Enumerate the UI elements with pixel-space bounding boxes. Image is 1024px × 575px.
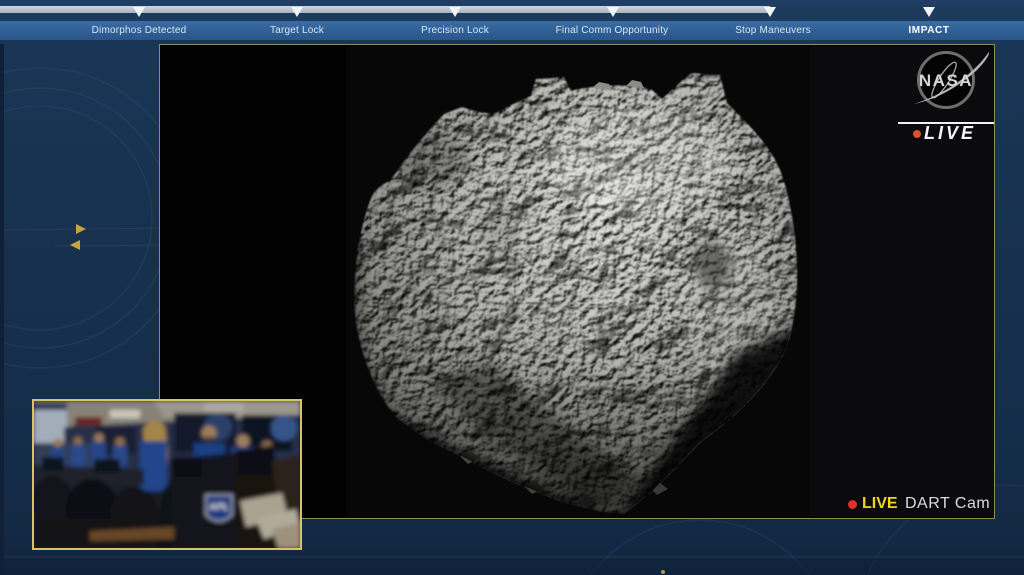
svg-text:NASA: NASA xyxy=(919,71,973,90)
